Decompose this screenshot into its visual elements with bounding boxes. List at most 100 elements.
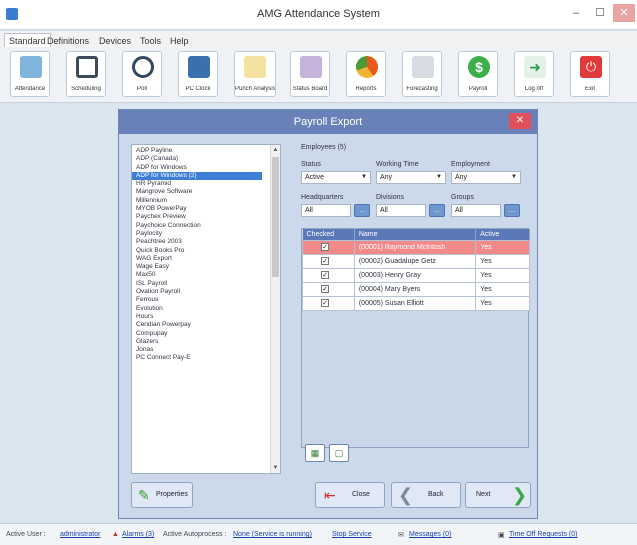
check-all-button[interactable]: ▦	[305, 444, 325, 462]
list-item[interactable]: Evolution	[136, 305, 280, 313]
time-off-requests-link[interactable]: Time Off Requests (0)	[509, 531, 577, 538]
back-button[interactable]: ❮ Back	[391, 482, 461, 508]
chevron-down-icon: ▼	[436, 174, 442, 180]
employee-checkbox[interactable]: ✓	[321, 243, 329, 251]
list-item[interactable]: Millennium	[136, 197, 280, 205]
divisions-browse-button[interactable]: ...	[429, 204, 445, 217]
headquarters-field[interactable]: All	[301, 204, 351, 217]
list-item[interactable]: Paychoice Connection	[136, 222, 280, 230]
table-row[interactable]: ✓ (00002) Guadalupe Getz Yes	[302, 253, 530, 269]
status-bar: Active User : administrator ▲ Alarms (3)…	[0, 523, 637, 545]
reports-button[interactable]: Reports	[346, 51, 386, 97]
uncheck-all-icon: ▢	[334, 448, 344, 458]
list-item[interactable]: ISL Payroll	[136, 280, 280, 288]
employee-name: (00004) Mary Byers	[353, 281, 477, 297]
list-item[interactable]: MYOB PowerPay	[136, 205, 280, 213]
minimize-button[interactable]: –	[565, 4, 587, 22]
close-window-button[interactable]: ✕	[613, 4, 635, 22]
poll-button[interactable]: Poll	[122, 51, 162, 97]
tab-tools[interactable]: Tools	[135, 33, 166, 47]
list-item[interactable]: Ceridian Powerpay	[136, 321, 280, 329]
list-item[interactable]: Compupay	[136, 330, 280, 338]
stop-service-link[interactable]: Stop Service	[332, 531, 372, 538]
punch-analysis-button[interactable]: Punch Analysis	[234, 51, 276, 97]
attendance-icon	[20, 56, 42, 78]
working-time-value: Any	[380, 174, 393, 181]
employment-select[interactable]: Any ▼	[451, 171, 521, 184]
attendance-button[interactable]: Attendance	[10, 51, 50, 97]
exit-button[interactable]: ⏻ Exit	[570, 51, 610, 97]
column-header-name[interactable]: Name	[354, 229, 477, 240]
groups-field[interactable]: All	[451, 204, 501, 217]
scroll-down-icon[interactable]: ▼	[271, 463, 280, 473]
active-user-link[interactable]: administrator	[60, 531, 100, 538]
messages-link[interactable]: Messages (0)	[409, 531, 451, 538]
properties-button[interactable]: ✎ Properties	[131, 482, 193, 508]
list-item[interactable]: Wage Easy	[136, 263, 280, 271]
employee-name: (00005) Susan Elliott	[353, 295, 477, 311]
provider-list-scrollbar[interactable]: ▲ ▼	[270, 145, 280, 473]
employees-count-label: Employees (5)	[301, 144, 347, 151]
maximize-button[interactable]: ☐	[589, 4, 611, 22]
clock-icon	[132, 56, 154, 78]
uncheck-all-button[interactable]: ▢	[329, 444, 349, 462]
list-item[interactable]: Ovation Payroll	[136, 288, 280, 296]
employee-active: Yes	[475, 295, 530, 311]
log-off-button[interactable]: ➜ Log off	[514, 51, 554, 97]
list-item[interactable]: Peachtree 2003	[136, 238, 280, 246]
column-header-active[interactable]: Active	[475, 229, 530, 240]
list-item[interactable]: Jonas	[136, 346, 280, 354]
working-time-label: Working Time	[376, 161, 419, 168]
table-row[interactable]: ✓ (00001) Raymond McIntosh Yes	[302, 239, 530, 255]
scheduling-button[interactable]: Scheduling	[66, 51, 106, 97]
tab-help[interactable]: Help	[165, 33, 194, 47]
forecasting-icon	[412, 56, 434, 78]
table-row[interactable]: ✓ (00003) Henry Gray Yes	[302, 267, 530, 283]
list-item-selected[interactable]: ADP for Windows (2)	[132, 171, 262, 181]
employee-checkbox[interactable]: ✓	[321, 271, 329, 279]
table-row[interactable]: ✓ (00005) Susan Elliott Yes	[302, 295, 530, 311]
list-item[interactable]: ADP for Windows	[136, 164, 280, 172]
payroll-button[interactable]: $ Payroll	[458, 51, 498, 97]
alarms-link[interactable]: Alarms (3)	[122, 531, 154, 538]
pc-clock-button[interactable]: PC Clock	[178, 51, 218, 97]
list-item[interactable]: Paylocity	[136, 230, 280, 238]
dialog-close-button[interactable]: ✕	[509, 113, 531, 129]
list-item[interactable]: HR Pyramid	[136, 180, 280, 188]
employee-checkbox[interactable]: ✓	[321, 285, 329, 293]
forecasting-button[interactable]: Forecasting	[402, 51, 442, 97]
list-item[interactable]: Paychex Preview	[136, 213, 280, 221]
payroll-provider-list[interactable]: ADP Payline ADP (Canada) ADP for Windows…	[131, 144, 281, 474]
employment-value: Any	[455, 174, 468, 181]
scroll-up-icon[interactable]: ▲	[271, 145, 280, 155]
tab-definitions[interactable]: Definitions	[42, 33, 94, 47]
list-item[interactable]: Max50	[136, 271, 280, 279]
employee-active: Yes	[475, 239, 530, 255]
next-button[interactable]: Next ❯	[465, 482, 531, 508]
working-time-select[interactable]: Any ▼	[376, 171, 446, 184]
groups-browse-button[interactable]: ...	[504, 204, 520, 217]
list-item[interactable]: Quick Books Pro	[136, 247, 280, 255]
payroll-icon: $	[468, 56, 490, 78]
list-item[interactable]: PC Connect Pay-E	[136, 354, 280, 362]
table-row[interactable]: ✓ (00004) Mary Byers Yes	[302, 281, 530, 297]
list-item[interactable]: Mangrove Software	[136, 188, 280, 196]
scrollbar-thumb[interactable]	[272, 157, 279, 277]
tab-devices[interactable]: Devices	[94, 33, 136, 47]
list-item[interactable]: ADP Payline	[136, 147, 280, 155]
list-item[interactable]: Ferrous	[136, 296, 280, 304]
employee-checkbox[interactable]: ✓	[321, 299, 329, 307]
list-item[interactable]: WAG Export	[136, 255, 280, 263]
close-button[interactable]: ⇤ Close	[315, 482, 385, 508]
status-select[interactable]: Active ▼	[301, 171, 371, 184]
list-item[interactable]: Hours	[136, 313, 280, 321]
autoprocess-link[interactable]: None (Service is running)	[233, 531, 312, 538]
employee-active: Yes	[475, 281, 530, 297]
column-header-checked[interactable]: Checked	[302, 229, 355, 240]
divisions-field[interactable]: All	[376, 204, 426, 217]
list-item[interactable]: ADP (Canada)	[136, 155, 280, 163]
list-item[interactable]: Glazers	[136, 338, 280, 346]
headquarters-browse-button[interactable]: ...	[354, 204, 370, 217]
status-board-button[interactable]: Status Board	[290, 51, 330, 97]
employee-checkbox[interactable]: ✓	[321, 257, 329, 265]
